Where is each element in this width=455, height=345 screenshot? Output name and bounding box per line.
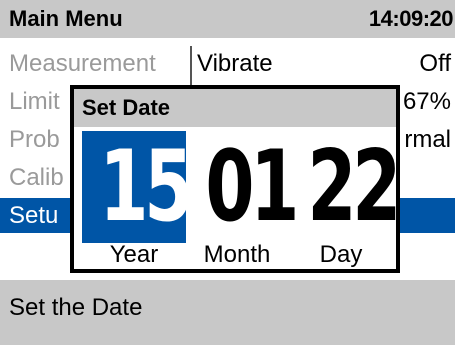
day-value: 22 [307,130,401,244]
year-label: Year [109,241,159,268]
menu-item-label: Setu [9,202,59,229]
month-label: Month [203,241,271,268]
status-bar: Set the Date [0,280,455,345]
month-value: 01 [205,130,299,244]
year-field[interactable]: 15 [82,130,193,244]
menu-item-label: Prob [9,126,60,153]
status-text: Set the Date [9,294,143,321]
year-value: 15 [99,130,193,244]
vibrate-state: Off [419,50,451,77]
clock: 14:09:20 [368,6,454,31]
day-field[interactable]: 22 [290,130,401,244]
day-label: Day [319,241,363,268]
limit-value: 67% [402,88,451,115]
set-date-dialog: Set Date 15 01 22 Year Month Day [70,85,401,273]
header-bar: Main Menu 14:09:20 [0,0,455,38]
menu-item-label: Calib [9,164,64,191]
vibrate-value: Vibrate [197,50,273,77]
menu-item-label: Measurement [9,50,156,77]
page-title: Main Menu [9,6,123,31]
dialog-title: Set Date [74,89,396,127]
month-field[interactable]: 01 [188,131,299,243]
menu-item-measurement[interactable]: Measurement [0,46,190,81]
probe-value: rmal [404,126,451,153]
menu-item-label: Limit [9,88,60,115]
